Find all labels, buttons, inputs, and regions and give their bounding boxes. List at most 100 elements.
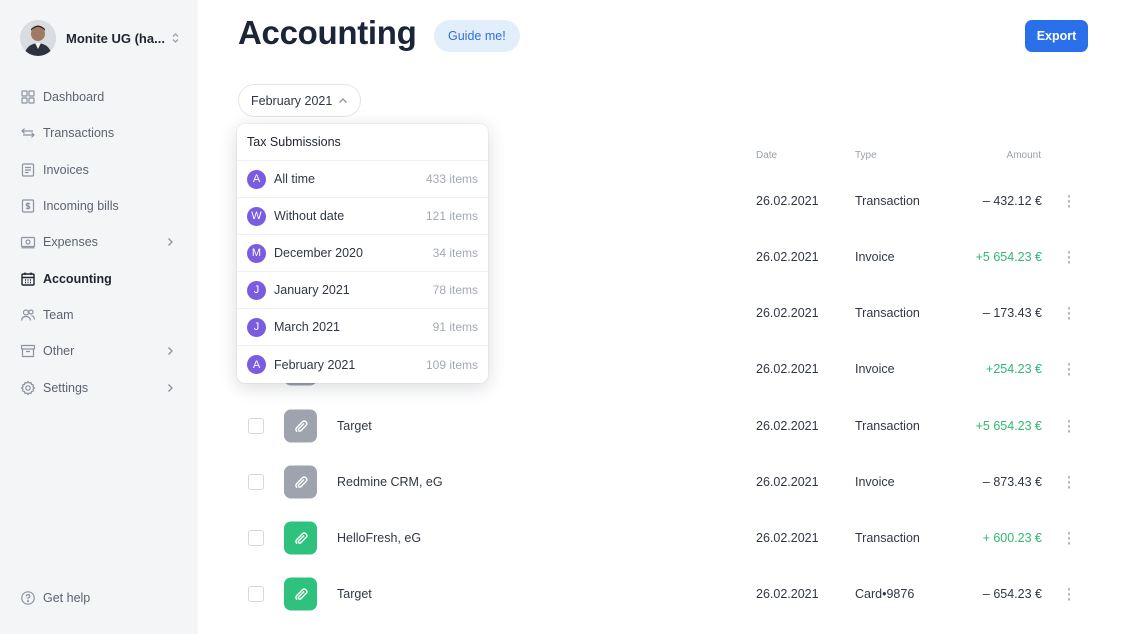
row-amount: +5 654.23 €: [975, 419, 1042, 433]
calendar-icon: [20, 271, 36, 287]
row-type: Invoice: [855, 475, 895, 489]
sidebar-item-other[interactable]: Other: [0, 333, 198, 369]
row-date: 26.02.2021: [756, 250, 819, 264]
avatar: [20, 20, 56, 56]
transfer-arrows-icon: [20, 125, 36, 141]
attachment-icon: [284, 465, 317, 499]
period-label: February 2021: [251, 93, 333, 108]
dropdown-item-count: 433 items: [425, 172, 478, 186]
row-date: 26.02.2021: [756, 475, 819, 489]
dropdown-item-count: 91 items: [432, 320, 478, 334]
sidebar-item-label: Invoices: [43, 162, 89, 177]
row-name: HelloFresh, eG: [337, 531, 422, 545]
column-header-type: Type: [855, 150, 877, 161]
row-type: Invoice: [855, 362, 895, 376]
dropdown-item-count: 34 items: [432, 246, 478, 260]
letter-badge: M: [247, 243, 266, 263]
letter-badge: A: [247, 169, 266, 189]
more-options-icon[interactable]: [1064, 530, 1075, 547]
row-amount: – 432.12 €: [982, 194, 1042, 208]
column-header-date: Date: [756, 150, 778, 161]
attachment-icon: [284, 409, 317, 443]
dropdown-item-count: 109 items: [425, 357, 478, 372]
guide-me-button[interactable]: Guide me!: [434, 20, 520, 52]
dropdown-item-count: 121 items: [425, 209, 478, 223]
get-help-link[interactable]: Get help: [20, 590, 90, 606]
sidebar-item-dashboard[interactable]: Dashboard: [0, 79, 198, 115]
archive-icon: [20, 343, 36, 359]
sidebar-item-label: Expenses: [43, 235, 98, 250]
org-switcher[interactable]: Monite UG (ha...: [20, 19, 190, 57]
period-selector[interactable]: February 2021: [238, 84, 362, 117]
more-options-icon[interactable]: [1064, 249, 1075, 266]
table-row[interactable]: Target 26.02.2021 Transaction +5 654.23 …: [238, 398, 1088, 454]
dropdown-item-without-date[interactable]: W Without date 121 items: [237, 198, 488, 235]
chevron-up-icon: [338, 97, 348, 105]
attachment-icon: [284, 577, 317, 611]
grid-icon: [20, 89, 36, 105]
more-options-icon[interactable]: [1064, 305, 1075, 322]
column-header-amount: Amount: [1006, 150, 1041, 161]
get-help-label: Get help: [43, 591, 91, 605]
sidebar-item-settings[interactable]: Settings: [0, 369, 198, 405]
dropdown-item-label: March 2021: [274, 320, 341, 334]
row-type: Card•9876: [855, 587, 915, 601]
row-amount: – 173.43 €: [982, 306, 1042, 320]
row-checkbox[interactable]: [248, 474, 264, 490]
dropdown-item-label: All time: [274, 172, 315, 186]
row-date: 26.02.2021: [756, 194, 819, 208]
row-checkbox[interactable]: [248, 530, 264, 546]
export-button[interactable]: Export: [1025, 20, 1088, 52]
more-options-icon[interactable]: [1064, 361, 1075, 378]
gear-icon: [20, 380, 36, 396]
help-circle-icon: [20, 590, 36, 606]
row-name: Target: [337, 587, 372, 601]
row-checkbox[interactable]: [248, 586, 264, 602]
letter-badge: A: [247, 355, 266, 374]
row-checkbox[interactable]: [248, 418, 264, 434]
sidebar-item-expenses[interactable]: Expenses: [0, 224, 198, 260]
row-amount: – 873.43 €: [982, 475, 1042, 489]
dropdown-item-all-time[interactable]: A All time 433 items: [237, 161, 488, 198]
row-type: Transaction: [855, 194, 920, 208]
dropdown-item-march-2021[interactable]: J March 2021 91 items: [237, 309, 488, 346]
row-date: 26.02.2021: [756, 419, 819, 433]
table-row[interactable]: HelloFresh, eG 26.02.2021 Transaction + …: [238, 510, 1088, 566]
sidebar-item-label: Dashboard: [43, 90, 105, 105]
sidebar-item-invoices[interactable]: Invoices: [0, 152, 198, 188]
bill-icon: [20, 198, 36, 214]
row-date: 26.02.2021: [756, 362, 819, 376]
people-icon: [20, 307, 36, 323]
letter-badge: J: [247, 280, 266, 300]
chevron-up-down-icon: [171, 32, 180, 44]
sidebar-item-team[interactable]: Team: [0, 297, 198, 333]
more-options-icon[interactable]: [1064, 418, 1075, 435]
letter-badge: W: [247, 206, 266, 226]
row-amount: + 600.23 €: [982, 531, 1042, 545]
row-type: Transaction: [855, 531, 920, 545]
table-row[interactable]: Target 26.02.2021 Card•9876 – 654.23 €: [238, 566, 1088, 622]
more-options-icon[interactable]: [1064, 586, 1075, 603]
dropdown-item-label: December 2020: [274, 246, 363, 260]
sidebar-item-accounting[interactable]: Accounting: [0, 260, 198, 296]
more-options-icon[interactable]: [1064, 193, 1075, 210]
chevron-right-icon: [166, 237, 174, 247]
table-row[interactable]: Redmine CRM, eG 26.02.2021 Invoice – 873…: [238, 454, 1088, 510]
sidebar-item-label: Incoming bills: [43, 199, 119, 214]
row-name: Target: [337, 419, 372, 433]
dropdown-item-february-2021[interactable]: A February 2021 109 items: [237, 346, 488, 383]
row-date: 26.02.2021: [756, 306, 819, 320]
dropdown-item-december-2020[interactable]: M December 2020 34 items: [237, 235, 488, 272]
sidebar-nav: Dashboard Transactions Invoices Incoming…: [0, 79, 198, 406]
sidebar-item-label: Transactions: [43, 126, 115, 141]
sidebar-item-transactions[interactable]: Transactions: [0, 115, 198, 151]
dropdown-item-count: 78 items: [432, 283, 478, 297]
sidebar-item-incoming-bills[interactable]: Incoming bills: [0, 188, 198, 224]
row-amount: +5 654.23 €: [975, 250, 1042, 264]
sidebar-item-label: Other: [43, 344, 75, 359]
chevron-right-icon: [166, 383, 174, 393]
chevron-right-icon: [166, 346, 174, 356]
expenses-icon: [20, 234, 36, 250]
dropdown-item-january-2021[interactable]: J January 2021 78 items: [237, 272, 488, 309]
more-options-icon[interactable]: [1064, 474, 1075, 491]
